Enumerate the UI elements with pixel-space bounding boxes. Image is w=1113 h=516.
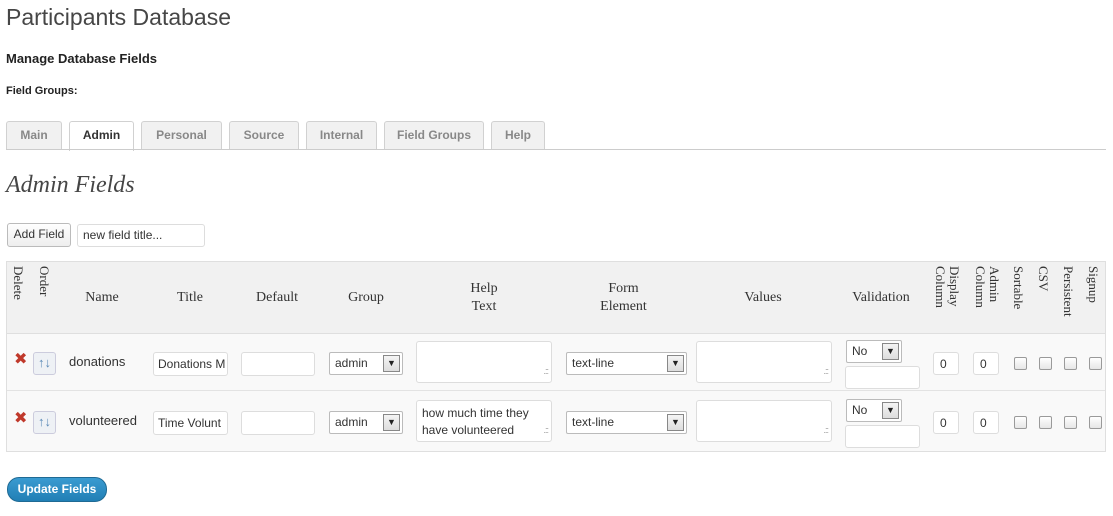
header-default: Default xyxy=(256,290,298,305)
sortable-checkbox[interactable] xyxy=(1014,357,1027,370)
field-title-input[interactable]: Donations M xyxy=(153,352,228,376)
field-help-text-input[interactable]: how much time they have volunteered .:: xyxy=(416,400,552,442)
persistent-checkbox[interactable] xyxy=(1064,416,1077,429)
new-field-title-input[interactable]: new field title... xyxy=(77,224,205,247)
header-form-element-line1: Form xyxy=(608,281,639,296)
header-display-column: Display Column xyxy=(933,266,962,308)
admin-column-input[interactable]: 0 xyxy=(973,352,999,375)
fields-table: Delete Order Name Title Default Group He… xyxy=(6,261,1106,452)
field-default-input[interactable] xyxy=(241,411,315,435)
field-values-input[interactable]: .:: xyxy=(696,341,832,383)
field-group-value: admin xyxy=(335,356,368,370)
sort-arrows-icon[interactable]: ↑↓ xyxy=(33,411,56,434)
header-sortable: Sortable xyxy=(1011,266,1026,310)
tab-internal[interactable]: Internal xyxy=(306,121,377,150)
field-form-element-select[interactable]: text-line ▼ xyxy=(566,411,687,434)
header-order: Order xyxy=(37,266,52,297)
field-form-element-value: text-line xyxy=(572,415,615,429)
table-row: ✖ ↑↓ volunteered Time Volunt admin ▼ how… xyxy=(7,393,1105,450)
field-title-input[interactable]: Time Volunt xyxy=(153,411,228,435)
csv-checkbox[interactable] xyxy=(1039,416,1052,429)
page-subtitle: Manage Database Fields xyxy=(6,51,157,66)
table-row: ✖ ↑↓ donations Donations M admin ▼ .:: t… xyxy=(7,334,1105,391)
section-title: Admin Fields xyxy=(6,172,135,198)
tab-personal[interactable]: Personal xyxy=(141,121,222,150)
header-validation: Validation xyxy=(852,290,910,305)
field-form-element-select[interactable]: text-line ▼ xyxy=(566,352,687,375)
delete-x-icon[interactable]: ✖ xyxy=(14,352,28,368)
field-name: volunteered xyxy=(69,413,137,428)
add-field-button[interactable]: Add Field xyxy=(7,223,71,247)
persistent-checkbox[interactable] xyxy=(1064,357,1077,370)
header-help-text-line2: Text xyxy=(471,299,497,314)
header-persistent: Persistent xyxy=(1061,266,1076,317)
header-group: Group xyxy=(348,290,384,305)
tab-main[interactable]: Main xyxy=(6,121,62,150)
tab-source[interactable]: Source xyxy=(229,121,299,150)
field-groups-label: Field Groups: xyxy=(6,85,78,97)
header-name: Name xyxy=(85,290,119,305)
chevron-down-icon: ▼ xyxy=(882,402,899,419)
admin-column-input[interactable]: 0 xyxy=(973,411,999,434)
field-validation-select[interactable]: No ▼ xyxy=(846,340,902,363)
header-title: Title xyxy=(177,290,203,305)
delete-x-icon[interactable]: ✖ xyxy=(14,411,28,427)
tab-help[interactable]: Help xyxy=(491,121,545,150)
tab-admin[interactable]: Admin xyxy=(69,121,134,151)
update-fields-button[interactable]: Update Fields xyxy=(7,477,107,502)
field-validation-value: No xyxy=(852,344,868,358)
field-validation-select[interactable]: No ▼ xyxy=(846,399,902,422)
field-group-select[interactable]: admin ▼ xyxy=(329,352,403,375)
field-values-input[interactable]: .:: xyxy=(696,400,832,442)
display-column-input[interactable]: 0 xyxy=(933,352,959,375)
tab-field-groups[interactable]: Field Groups xyxy=(384,121,484,150)
field-group-value: admin xyxy=(335,415,368,429)
chevron-down-icon: ▼ xyxy=(882,343,899,360)
chevron-down-icon: ▼ xyxy=(383,355,400,372)
field-group-select[interactable]: admin ▼ xyxy=(329,411,403,434)
header-help-text-line1: Help xyxy=(470,281,498,296)
sort-arrows-icon[interactable]: ↑↓ xyxy=(33,352,56,375)
header-admin-column: Admin Column xyxy=(973,266,1002,308)
signup-checkbox[interactable] xyxy=(1089,357,1102,370)
header-signup: Signup xyxy=(1086,266,1101,303)
tab-divider xyxy=(6,149,1106,150)
field-validation-extra-input[interactable] xyxy=(845,425,920,448)
chevron-down-icon: ▼ xyxy=(667,414,684,431)
field-validation-extra-input[interactable] xyxy=(845,366,920,389)
header-delete: Delete xyxy=(11,266,26,300)
field-name: donations xyxy=(69,354,126,369)
csv-checkbox[interactable] xyxy=(1039,357,1052,370)
signup-checkbox[interactable] xyxy=(1089,416,1102,429)
field-default-input[interactable] xyxy=(241,352,315,376)
page-title: Participants Database xyxy=(6,4,232,30)
table-header: Delete Order Name Title Default Group He… xyxy=(7,262,1105,334)
header-form-element-line2: Element xyxy=(600,299,647,314)
sortable-checkbox[interactable] xyxy=(1014,416,1027,429)
field-help-text-value: how much time they have volunteered xyxy=(422,406,529,437)
resize-grip-icon[interactable]: .:: xyxy=(823,363,828,380)
resize-grip-icon[interactable]: .:: xyxy=(543,363,548,380)
header-values: Values xyxy=(744,290,782,305)
field-help-text-input[interactable]: .:: xyxy=(416,341,552,383)
header-csv: CSV xyxy=(1036,266,1051,292)
resize-grip-icon[interactable]: .:: xyxy=(543,422,548,439)
chevron-down-icon: ▼ xyxy=(667,355,684,372)
field-form-element-value: text-line xyxy=(572,356,615,370)
resize-grip-icon[interactable]: .:: xyxy=(823,422,828,439)
display-column-input[interactable]: 0 xyxy=(933,411,959,434)
field-validation-value: No xyxy=(852,403,868,417)
chevron-down-icon: ▼ xyxy=(383,414,400,431)
